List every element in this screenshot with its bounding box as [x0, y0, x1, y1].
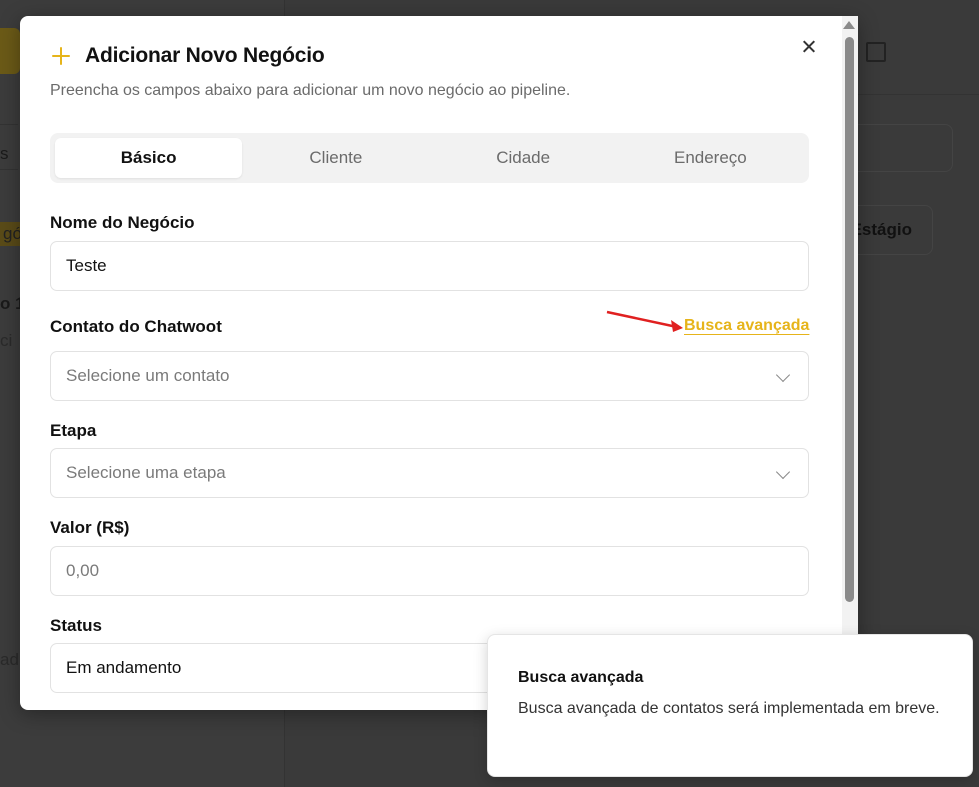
scrollbar-thumb[interactable] [845, 37, 854, 602]
background-text-fragment: s [0, 144, 9, 163]
tab-cliente[interactable]: Cliente [242, 138, 429, 178]
toast-title: Busca avançada [518, 669, 644, 686]
tab-list: Básico Cliente Cidade Endereço [50, 133, 809, 183]
background-text-fragment: ad [0, 650, 19, 669]
scroll-up-arrow-icon[interactable] [843, 21, 855, 29]
stage-label: Etapa [50, 421, 97, 440]
contact-label: Contato do Chatwoot [50, 317, 222, 336]
close-icon[interactable] [798, 36, 820, 58]
chevron-down-icon [775, 464, 791, 480]
value-input[interactable]: 0,00 [50, 546, 809, 596]
toast-notification: Busca avançada Busca avançada de contato… [487, 634, 973, 777]
stage-select-placeholder: Selecione uma etapa [66, 463, 226, 482]
background-menu-button [0, 28, 20, 74]
deal-name-input[interactable]: Teste [50, 241, 809, 291]
value-label: Valor (R$) [50, 518, 130, 537]
background-stage-button-label: Estágio [850, 220, 912, 239]
dialog-title: Adicionar Novo Negócio [85, 44, 325, 67]
deal-name-value: Teste [66, 256, 107, 275]
background-text-fragment: ci [0, 331, 13, 350]
tab-basico[interactable]: Básico [55, 138, 243, 178]
status-label: Status [50, 616, 102, 635]
dialog-header: Adicionar Novo Negócio [50, 44, 325, 68]
tab-endereco[interactable]: Endereço [617, 138, 804, 178]
annotation-arrow [606, 310, 683, 332]
add-deal-dialog: Adicionar Novo Negócio Preencha os campo… [20, 16, 858, 710]
dialog-subtitle: Preencha os campos abaixo para adicionar… [50, 82, 571, 99]
contact-select-placeholder: Selecione um contato [66, 366, 230, 385]
advanced-search-link[interactable]: Busca avançada [684, 317, 809, 335]
chevron-down-icon [775, 367, 791, 383]
toast-description: Busca avançada de contatos será implemen… [518, 700, 940, 717]
plus-icon [50, 45, 72, 67]
value-input-placeholder: 0,00 [66, 561, 100, 580]
deal-name-label: Nome do Negócio [50, 213, 195, 232]
contact-select[interactable]: Selecione um contato [50, 351, 809, 401]
status-select-value: Em andamento [66, 658, 182, 677]
map-icon [866, 42, 886, 62]
stage-select[interactable]: Selecione uma etapa [50, 448, 809, 498]
tab-cidade[interactable]: Cidade [430, 138, 617, 178]
